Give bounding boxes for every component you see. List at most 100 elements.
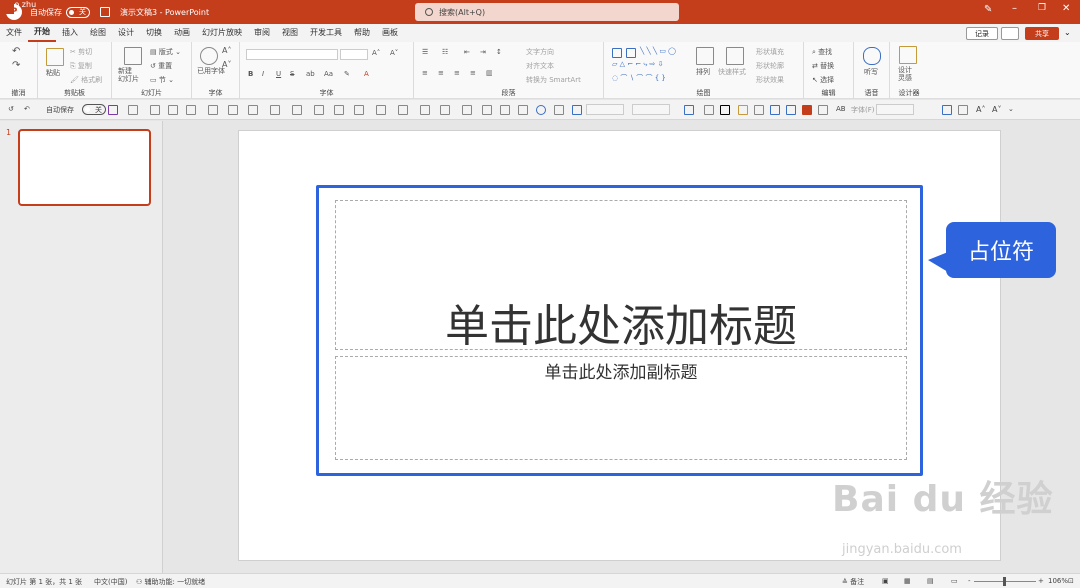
- tab-5[interactable]: 切换: [140, 24, 168, 42]
- ribbon-options-icon[interactable]: ⌄: [1064, 28, 1071, 37]
- qat-layout-icon[interactable]: [168, 105, 178, 115]
- qat-marker-icon[interactable]: [500, 105, 510, 115]
- used-fonts-button[interactable]: 已用字体: [197, 66, 225, 76]
- qat-ab-icon[interactable]: AB: [836, 105, 846, 113]
- qat-picture-icon[interactable]: [398, 105, 408, 115]
- smartart-button[interactable]: 转换为 SmartArt: [526, 75, 581, 85]
- qat-photo2-icon[interactable]: [770, 105, 780, 115]
- qat-photo-icon[interactable]: [754, 105, 764, 115]
- qat-image-icon[interactable]: [440, 105, 450, 115]
- qat-text-icon[interactable]: [292, 105, 302, 115]
- qat-crop-icon[interactable]: [420, 105, 430, 115]
- qat-chart-icon[interactable]: [376, 105, 386, 115]
- qat-list-icon[interactable]: [314, 105, 324, 115]
- share-button[interactable]: 共享: [1025, 27, 1059, 40]
- qat-eyedropper-icon[interactable]: [482, 105, 492, 115]
- line-shapes-icon[interactable]: ╲ ╲ ╲ ▭ ◯: [640, 47, 676, 55]
- more-shapes-icon[interactable]: ◌ ⌒ ∖ ⌒ ⌒ { }: [612, 73, 666, 83]
- qat-circle-icon[interactable]: [536, 105, 546, 115]
- accessibility-status[interactable]: ⚇ 辅助功能: 一切就绪: [136, 577, 205, 587]
- text-direction-button[interactable]: 文字方向: [526, 47, 554, 57]
- qat-rotate-icon[interactable]: [554, 105, 564, 115]
- tab-3[interactable]: 绘图: [84, 24, 112, 42]
- copy-button[interactable]: ⎘ 复制: [70, 61, 92, 71]
- shape-vtextbox-icon[interactable]: [626, 48, 636, 58]
- tab-9[interactable]: 视图: [276, 24, 304, 42]
- design-ideas-button[interactable]: 设计 灵感: [898, 66, 912, 82]
- tab-0[interactable]: 文件: [0, 24, 28, 42]
- tab-1[interactable]: 开始: [28, 24, 56, 42]
- align-center-icon[interactable]: ≡: [438, 69, 444, 77]
- used-fonts-icon[interactable]: [200, 47, 218, 65]
- qat-photo3-icon[interactable]: [786, 105, 796, 115]
- notes-button[interactable]: ≙ 备注: [842, 577, 864, 587]
- find-button[interactable]: ⌕ 查找: [812, 47, 832, 57]
- strike-button[interactable]: S: [290, 70, 294, 78]
- minimize-icon[interactable]: –: [1012, 3, 1017, 14]
- basic-shapes-icon[interactable]: ▱ △ ⌐ ⌐ ⤷ ⇨ ⇩: [612, 60, 664, 69]
- tab-2[interactable]: 插入: [56, 24, 84, 42]
- pen-icon[interactable]: ✎: [984, 4, 992, 15]
- fit-slide-icon[interactable]: ⊡: [1068, 577, 1074, 585]
- highlight-icon[interactable]: ✎: [344, 70, 350, 78]
- qat-outline-icon[interactable]: [228, 105, 238, 115]
- slideshow-view-icon[interactable]: ▭: [951, 577, 958, 585]
- tab-12[interactable]: 画板: [376, 24, 404, 42]
- align-right-icon[interactable]: ≡: [454, 69, 460, 77]
- qat-indent-icon[interactable]: [334, 105, 344, 115]
- qat-monitor-icon[interactable]: [942, 105, 952, 115]
- tab-4[interactable]: 设计: [112, 24, 140, 42]
- cut-button[interactable]: ✂ 剪切: [70, 47, 92, 57]
- arrange-icon[interactable]: [696, 47, 714, 65]
- qat-shrink-font-icon[interactable]: A˅: [992, 105, 1001, 114]
- align-left-icon[interactable]: ≡: [422, 69, 428, 77]
- qat-object-icon[interactable]: [818, 105, 828, 115]
- new-slide-icon[interactable]: [124, 47, 142, 65]
- bold-button[interactable]: B: [248, 70, 253, 78]
- autosave-toggle[interactable]: 关: [66, 6, 90, 18]
- font-name-select[interactable]: [246, 49, 338, 60]
- tab-6[interactable]: 动画: [168, 24, 196, 42]
- record-button[interactable]: 记录: [966, 27, 998, 40]
- reading-view-icon[interactable]: ▤: [927, 577, 934, 585]
- shape-textbox-icon[interactable]: [612, 48, 622, 58]
- underline-button[interactable]: U: [276, 70, 281, 78]
- change-case-icon[interactable]: Aa: [324, 70, 333, 78]
- designer-icon[interactable]: [899, 46, 917, 64]
- qat-textbox-icon[interactable]: [572, 105, 582, 115]
- qat-font-select[interactable]: [876, 104, 914, 115]
- arrange-button[interactable]: 排列: [696, 67, 710, 77]
- line-spacing-icon[interactable]: ↕: [496, 48, 502, 56]
- qat-lines-icon[interactable]: [270, 105, 280, 115]
- close-icon[interactable]: ✕: [1062, 3, 1070, 14]
- save-icon[interactable]: [100, 7, 110, 17]
- paste-icon[interactable]: [46, 48, 64, 66]
- qat-grow-font-icon[interactable]: A˄: [976, 105, 985, 114]
- dictate-button[interactable]: 听写: [864, 67, 878, 77]
- align-text-button[interactable]: 对齐文本: [526, 61, 554, 71]
- qat-redo-icon[interactable]: ↶: [24, 105, 30, 113]
- justify-icon[interactable]: ≡: [470, 69, 476, 77]
- font-size-select[interactable]: [340, 49, 368, 60]
- format-painter-button[interactable]: 🖌 格式刷: [70, 75, 102, 85]
- comment-icon[interactable]: [1001, 27, 1019, 40]
- indent-increase-icon[interactable]: ⇥: [480, 48, 486, 56]
- normal-view-icon[interactable]: ▣: [882, 577, 889, 585]
- sorter-view-icon[interactable]: ▦: [904, 577, 911, 585]
- qat-size-icon[interactable]: [684, 105, 694, 115]
- replace-button[interactable]: ⇄ 替换: [812, 61, 834, 71]
- qat-shape-icon[interactable]: [186, 105, 196, 115]
- qat-paint-icon[interactable]: [738, 105, 748, 115]
- qat-height-input[interactable]: [586, 104, 624, 115]
- qat-autosave-toggle[interactable]: 关: [82, 104, 106, 115]
- zoom-level[interactable]: 106%: [1048, 577, 1068, 585]
- qat-save-icon[interactable]: [108, 105, 118, 115]
- avatar[interactable]: [0, 0, 14, 14]
- char-spacing-icon[interactable]: ab: [306, 70, 315, 78]
- qat-align-icon[interactable]: [248, 105, 258, 115]
- quick-styles-icon[interactable]: [726, 47, 744, 65]
- select-button[interactable]: ↖ 选择: [812, 75, 834, 85]
- shape-outline-button[interactable]: 形状轮廓: [756, 61, 784, 71]
- tab-7[interactable]: 幻灯片放映: [196, 24, 248, 42]
- qat-undo-icon[interactable]: ↺: [8, 105, 14, 113]
